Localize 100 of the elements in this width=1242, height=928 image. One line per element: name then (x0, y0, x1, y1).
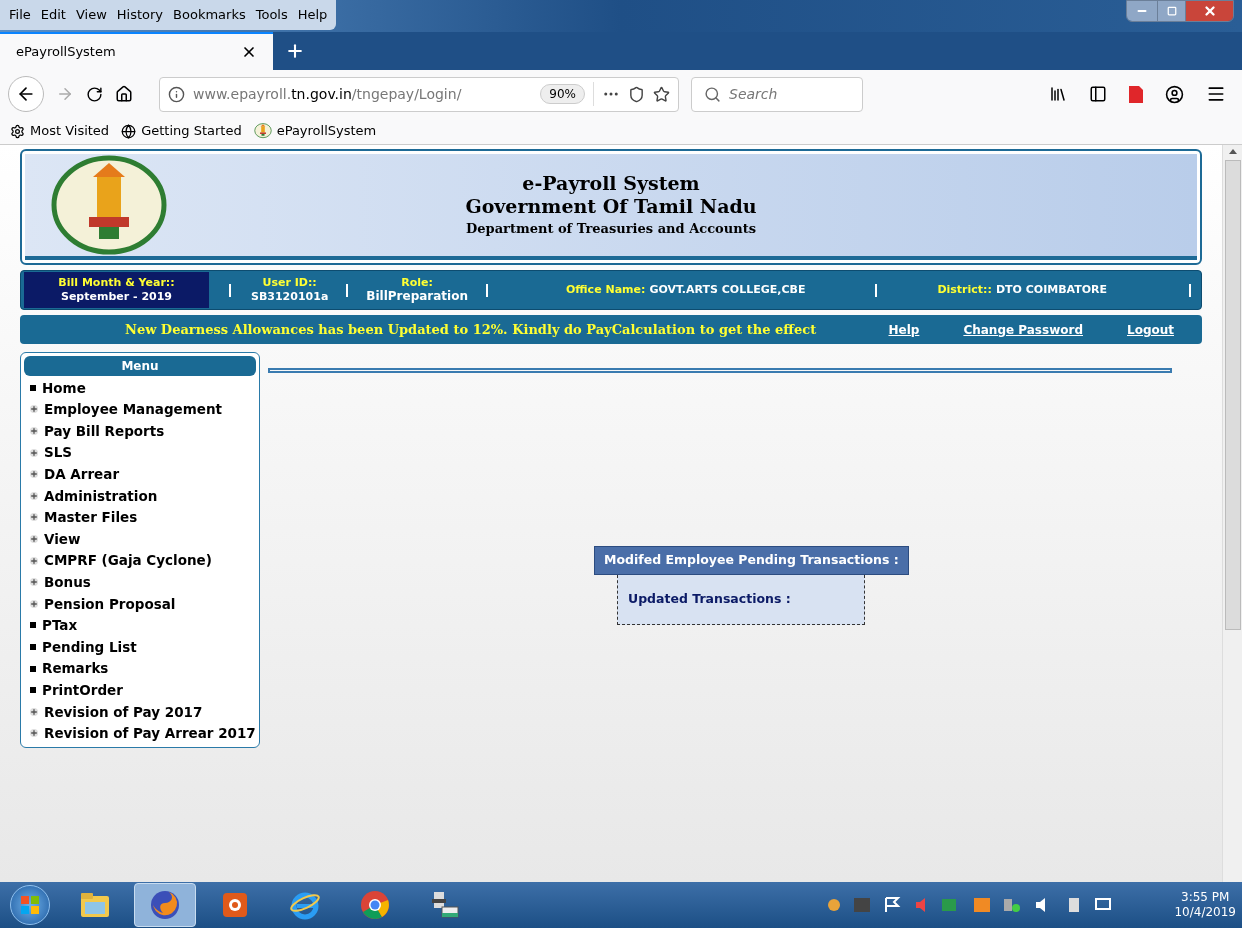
clock-date[interactable]: 10/4/2019 (1174, 905, 1236, 920)
new-tab-icon[interactable] (285, 41, 305, 61)
square-bullet-icon (30, 622, 36, 629)
office-label: Office Name: (566, 281, 646, 298)
globe-icon (121, 123, 137, 139)
header-link[interactable]: Logout (1127, 320, 1174, 339)
expand-icon[interactable] (30, 513, 38, 522)
system-title: e-Payroll System (522, 171, 700, 196)
updated-transactions-label: Updated Transactions : (628, 590, 791, 609)
close-tab-icon[interactable] (241, 44, 257, 60)
government-title: Government Of Tamil Nadu (465, 195, 757, 219)
menu-item[interactable]: Revision of Pay 2017 (44, 701, 203, 722)
reload-icon[interactable] (86, 85, 103, 103)
expand-icon[interactable] (30, 707, 38, 716)
state-emblem-icon (49, 154, 169, 256)
scroll-up-arrow-icon[interactable] (1228, 149, 1237, 154)
windows-logo-icon (20, 895, 40, 915)
menu-item[interactable]: Master Files (44, 507, 138, 528)
user-id-label: User ID:: (262, 276, 317, 290)
chrome-icon (360, 890, 390, 920)
district-label: District:: (937, 281, 992, 298)
menu-item[interactable]: Pending List (42, 636, 137, 658)
sidebar-icon[interactable] (1089, 85, 1107, 103)
menu-bar-item[interactable]: Help (292, 5, 333, 25)
info-icon[interactable] (168, 85, 185, 103)
maximize-icon (1166, 6, 1177, 16)
district-value: DTO COIMBATORE (995, 281, 1108, 298)
expand-icon[interactable] (30, 534, 38, 543)
expand-icon[interactable] (30, 427, 38, 435)
bookmark-link[interactable]: Getting Started (141, 121, 242, 141)
back-button[interactable] (8, 76, 44, 112)
close-icon (1202, 4, 1217, 18)
taskbar-app[interactable] (134, 883, 196, 927)
menu-item[interactable]: Pay Bill Reports (44, 420, 165, 442)
star-icon[interactable] (653, 85, 670, 103)
close-button[interactable] (1185, 1, 1233, 21)
role-label: Role: (401, 275, 433, 290)
expand-icon[interactable] (30, 556, 38, 565)
expand-icon[interactable] (30, 405, 38, 414)
clock-time[interactable]: 3:55 PM (1181, 890, 1230, 905)
menu-bar-item[interactable]: Tools (250, 5, 293, 25)
header-link[interactable]: Help (888, 320, 920, 339)
expand-icon[interactable] (30, 491, 38, 500)
notice-message: New Dearness Allowances has been Updated to 12%. Kindly do PayCalculation to get the effect (125, 320, 817, 339)
menu-item[interactable]: Pension Proposal (44, 593, 176, 614)
start-button[interactable] (10, 885, 50, 925)
bookmark-link[interactable]: ePayrollSystem (276, 121, 377, 141)
square-bullet-icon (30, 687, 36, 694)
square-bullet-icon (30, 643, 36, 650)
department-title: Department of Treasuries and Accounts (466, 220, 756, 238)
menu-item[interactable]: View (44, 528, 81, 550)
expand-icon[interactable] (30, 470, 38, 479)
menu-item[interactable]: Employee Management (44, 399, 223, 420)
menu-icon[interactable] (1206, 84, 1226, 104)
printer-icon (430, 891, 460, 919)
menu-item[interactable]: CMPRF (Gaja Cyclone) (44, 550, 212, 571)
menu-item[interactable]: PTax (42, 615, 78, 636)
expand-icon[interactable] (30, 578, 38, 587)
account-icon[interactable] (1165, 84, 1184, 104)
menu-item[interactable]: SLS (44, 442, 73, 463)
menu-item[interactable]: PrintOrder (42, 680, 123, 701)
role-value: BillPreparation (366, 289, 468, 305)
office-value: GOVT.ARTS COLLEGE,CBE (649, 281, 806, 298)
url-text: www.epayroll.tn.gov.in/tngepay/Login/ (193, 84, 462, 104)
menu-header: Menu (24, 356, 256, 376)
menu-bar-item[interactable]: Bookmarks (168, 5, 251, 25)
browser-icon (149, 889, 181, 921)
expand-icon[interactable] (30, 599, 38, 608)
menu-bar-item[interactable]: View (70, 5, 112, 25)
menu-item[interactable]: Revision of Pay Arrear 2017 (44, 723, 256, 744)
pdf-icon[interactable] (1129, 85, 1143, 103)
browser-tab[interactable]: ePayrollSystem (0, 32, 273, 70)
menu-item[interactable]: DA Arrear (44, 464, 120, 485)
media-player-icon (222, 892, 248, 918)
library-icon[interactable] (1049, 85, 1067, 103)
home-icon[interactable] (115, 85, 133, 103)
menu-bar-item[interactable]: Edit (35, 5, 71, 25)
zoom-badge[interactable]: 90% (540, 84, 585, 104)
bill-month-label: Bill Month & Year:: (58, 276, 175, 290)
menu-item[interactable]: Home (42, 377, 86, 398)
square-bullet-icon (30, 384, 36, 391)
menu-item[interactable]: Bonus (44, 572, 91, 593)
address-bar[interactable]: www.epayroll.tn.gov.in/tngepay/Login/ 90% (159, 76, 679, 112)
maximize-button[interactable] (1157, 1, 1185, 21)
header-link[interactable]: Change Password (963, 320, 1083, 339)
search-field[interactable]: Search (691, 76, 863, 112)
gear-icon (10, 123, 25, 139)
menu-item[interactable]: Administration (44, 485, 158, 506)
square-bullet-icon (30, 665, 36, 672)
bookmark-link[interactable]: Most Visited (30, 121, 110, 141)
expand-icon[interactable] (30, 729, 38, 738)
menu-bar-item[interactable]: History (111, 5, 169, 25)
pending-panel-title: Modifed Employee Pending Transactions : (594, 546, 909, 575)
bill-month-value: September - 2019 (60, 290, 172, 304)
menu-item[interactable]: Remarks (42, 658, 109, 679)
emblem-icon (253, 123, 272, 139)
folder-icon (80, 892, 110, 918)
expand-icon[interactable] (30, 448, 38, 457)
search-icon (704, 85, 721, 103)
menu-bar-item[interactable]: File (4, 5, 36, 25)
